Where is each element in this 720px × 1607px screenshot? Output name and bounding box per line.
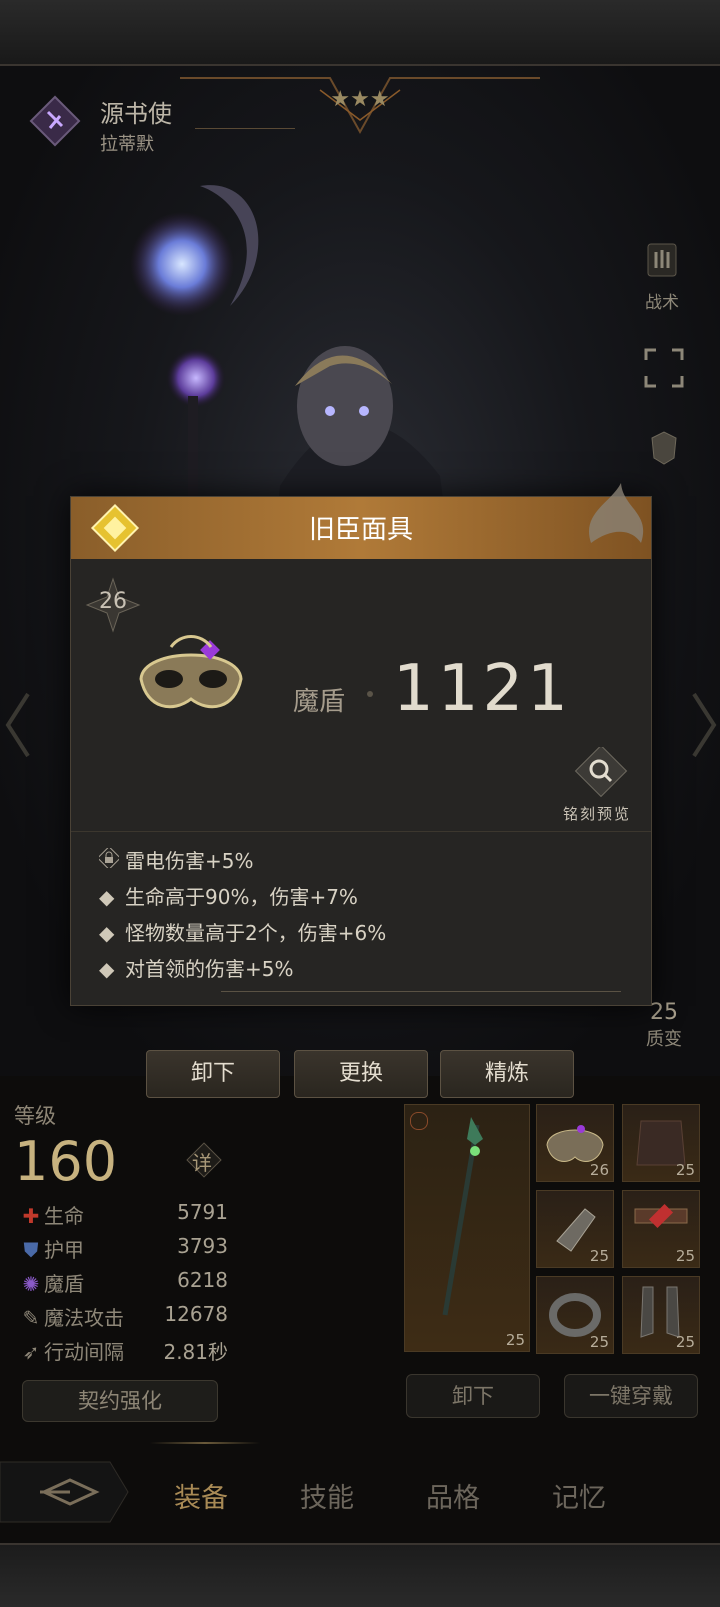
magic-attack-icon: ✎ bbox=[22, 1306, 40, 1330]
stat-type-label: 魔盾 bbox=[293, 687, 346, 717]
detail-label: 详 bbox=[192, 1151, 212, 1175]
rank-stars-ornament: ★★★ bbox=[180, 77, 540, 135]
appearance-icon[interactable] bbox=[644, 428, 684, 468]
stat-label: 魔盾 bbox=[44, 1272, 84, 1296]
stat-value: 1121 bbox=[393, 652, 572, 726]
back-arrow-icon bbox=[0, 1461, 129, 1523]
tabs-top-divider bbox=[150, 1442, 260, 1444]
stat-value: 12678 bbox=[164, 1302, 228, 1326]
stat-value: 5791 bbox=[177, 1200, 228, 1224]
tactics-label: 战术 bbox=[645, 293, 679, 313]
stat-row-armor: ⛊ 护甲 3793 bbox=[18, 1234, 229, 1263]
slot-level: 25 bbox=[589, 1333, 609, 1351]
prev-character-arrow-icon[interactable] bbox=[4, 690, 32, 760]
replace-button[interactable]: 更换 bbox=[294, 1050, 428, 1098]
affix-line: ◆ 生命高于90%，伤害+7% bbox=[99, 881, 358, 910]
tactics-icon bbox=[647, 243, 677, 277]
contract-enhance-button[interactable]: 契约强化 bbox=[22, 1380, 218, 1422]
tab-memory[interactable]: 记忆 bbox=[552, 1476, 606, 1515]
character-name: 拉蒂默 bbox=[100, 134, 154, 155]
slot-level: 25 bbox=[589, 1247, 609, 1265]
tactics-button[interactable]: 战术 bbox=[630, 240, 694, 313]
stat-label: 魔法攻击 bbox=[44, 1306, 124, 1330]
stat-value: 6218 bbox=[177, 1268, 228, 1292]
diamond-bullet-icon: ◆ bbox=[99, 885, 115, 909]
stat-row-magic-shield: ✺ 魔盾 6218 bbox=[18, 1268, 228, 1297]
mask-item-icon bbox=[139, 635, 243, 709]
equip-slot-gloves[interactable]: 25 bbox=[536, 1190, 614, 1268]
stat-label: 生命 bbox=[44, 1204, 84, 1228]
flame-ornament-icon bbox=[588, 483, 644, 543]
popup-divider bbox=[71, 831, 651, 832]
stat-label: 护甲 bbox=[44, 1238, 84, 1262]
mutation-button[interactable]: 25 质变 bbox=[626, 1000, 702, 1051]
affix-text: 生命高于90%，伤害+7% bbox=[125, 885, 358, 909]
staff-weapon-icon bbox=[442, 1117, 483, 1316]
stat-label: 行动间隔 bbox=[44, 1340, 124, 1364]
tab-equipment[interactable]: 装备 bbox=[174, 1476, 228, 1515]
unequip-button[interactable]: 卸下 bbox=[146, 1050, 280, 1098]
lock-icon bbox=[96, 845, 125, 873]
weapon-slot[interactable]: 25 bbox=[404, 1104, 530, 1352]
affix-text: 雷电伤害+5% bbox=[125, 849, 254, 873]
slot-level: 25 bbox=[675, 1161, 695, 1179]
health-cross-icon: ✚ bbox=[22, 1204, 40, 1228]
engrave-preview-label: 铭刻预览 bbox=[563, 805, 632, 823]
slot-level: 25 bbox=[675, 1247, 695, 1265]
equip-all-button[interactable]: 一键穿戴 bbox=[564, 1374, 698, 1418]
affix-line: 雷电伤害+5% bbox=[96, 845, 254, 874]
stat-row-health: ✚ 生命 5791 bbox=[18, 1200, 228, 1229]
armor-shield-icon: ⛊ bbox=[23, 1238, 39, 1262]
affix-line: ◆ 怪物数量高于2个，伤害+6% bbox=[99, 917, 386, 946]
stat-row-magic-attack: ✎ 魔法攻击 12678 bbox=[18, 1302, 228, 1331]
item-detail-popup: 旧臣面具 26 魔盾 1121 铭刻预览 雷电伤害+5% ◆ 生命高于90%，伤害… bbox=[70, 483, 652, 1006]
item-level: 26 bbox=[99, 589, 127, 614]
popup-bottom-line bbox=[221, 991, 621, 992]
stats-detail-button[interactable]: 详 bbox=[184, 1140, 224, 1180]
action-interval-icon: ➶ bbox=[22, 1340, 40, 1364]
tab-character[interactable]: 品格 bbox=[426, 1476, 480, 1515]
slot-level: 25 bbox=[505, 1331, 525, 1349]
bottom-frame-bar bbox=[0, 1543, 720, 1607]
svg-text:★★★: ★★★ bbox=[330, 87, 389, 112]
diamond-bullet-icon: ◆ bbox=[99, 957, 115, 981]
equip-slot-chest[interactable]: 25 bbox=[622, 1104, 700, 1182]
fullscreen-icon[interactable] bbox=[644, 348, 684, 388]
class-emblem-icon bbox=[29, 95, 81, 147]
next-character-arrow-icon[interactable] bbox=[690, 690, 718, 760]
tab-skills[interactable]: 技能 bbox=[300, 1476, 354, 1515]
top-frame-bar bbox=[0, 0, 720, 66]
name-divider bbox=[195, 128, 295, 129]
mutation-label: 质变 bbox=[646, 1029, 682, 1050]
level-value: 160 bbox=[14, 1130, 118, 1193]
equip-slot-ring[interactable]: 25 bbox=[536, 1276, 614, 1354]
magnifier-icon bbox=[574, 747, 628, 797]
slot-level: 25 bbox=[675, 1333, 695, 1351]
engrave-preview-button[interactable]: 铭刻预览 bbox=[557, 747, 641, 827]
stat-value: 3793 bbox=[177, 1234, 228, 1258]
back-button[interactable] bbox=[0, 1458, 130, 1526]
equip-slot-boots[interactable]: 25 bbox=[622, 1276, 700, 1354]
stat-value: 2.81秒 bbox=[163, 1340, 228, 1364]
weapon-indicator-dot bbox=[410, 1112, 428, 1130]
diamond-bullet-icon: ◆ bbox=[99, 921, 115, 945]
class-name: 源书使 bbox=[100, 100, 172, 128]
stat-separator-dot bbox=[367, 691, 373, 697]
stat-row-action-interval: ➶ 行动间隔 2.81秒 bbox=[18, 1336, 228, 1365]
affix-line: ◆ 对首领的伤害+5% bbox=[99, 953, 294, 982]
unequip-all-button[interactable]: 卸下 bbox=[406, 1374, 540, 1418]
level-label: 等级 bbox=[14, 1104, 56, 1128]
magic-shield-icon: ✺ bbox=[22, 1272, 40, 1296]
affix-text: 怪物数量高于2个，伤害+6% bbox=[125, 921, 387, 945]
equip-slot-helmet[interactable]: 26 bbox=[536, 1104, 614, 1182]
item-title: 旧臣面具 bbox=[308, 515, 413, 545]
slot-level: 26 bbox=[589, 1161, 609, 1179]
affix-text: 对首领的伤害+5% bbox=[125, 957, 294, 981]
refine-button[interactable]: 精炼 bbox=[440, 1050, 574, 1098]
equip-slot-belt[interactable]: 25 bbox=[622, 1190, 700, 1268]
